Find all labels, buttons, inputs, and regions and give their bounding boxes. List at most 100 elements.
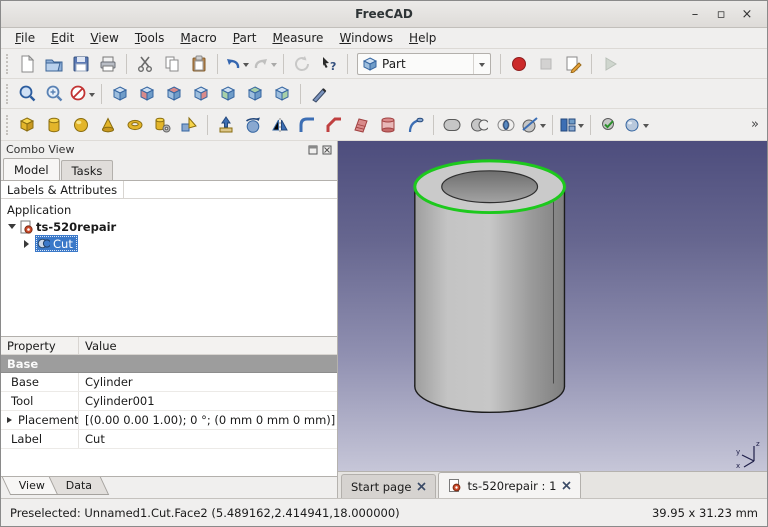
workbench-dropdown[interactable]: [473, 54, 485, 74]
cone-button[interactable]: [95, 112, 121, 138]
refine-shape-button[interactable]: [623, 112, 650, 138]
isometric-view-button[interactable]: [107, 81, 133, 107]
property-row-tool[interactable]: Tool Cylinder001: [1, 392, 337, 411]
primitives-button[interactable]: [149, 112, 175, 138]
cylinder-button[interactable]: [41, 112, 67, 138]
menu-view[interactable]: View: [82, 30, 126, 46]
whats-this-button[interactable]: ?: [316, 51, 342, 77]
cylinder-model[interactable]: [415, 161, 565, 412]
value-column-header[interactable]: Value: [79, 337, 337, 354]
close-panel-icon[interactable]: [322, 145, 332, 155]
bottom-view-button[interactable]: [242, 81, 268, 107]
toolbar-handle[interactable]: [6, 115, 10, 135]
minimize-button[interactable]: –: [685, 5, 705, 23]
sphere-button[interactable]: [68, 112, 94, 138]
redo-dropdown-arrow[interactable]: [271, 63, 277, 70]
torus-button[interactable]: [122, 112, 148, 138]
toolbar-handle[interactable]: [6, 84, 10, 104]
3d-scene[interactable]: [338, 141, 767, 471]
union-button[interactable]: [439, 112, 465, 138]
copy-button[interactable]: [159, 51, 185, 77]
property-column-header[interactable]: Property: [1, 337, 79, 354]
edit-macro-button[interactable]: [560, 51, 586, 77]
property-value[interactable]: [(0.00 0.00 1.00); 0 °; (0 mm 0 mm 0 mm)…: [79, 411, 337, 429]
refine-dropdown-arrow[interactable]: [643, 124, 649, 131]
float-panel-icon[interactable]: [308, 145, 318, 155]
placement-expander-icon[interactable]: [7, 417, 15, 423]
refresh-button[interactable]: [289, 51, 315, 77]
labels-attributes-header[interactable]: Labels & Attributes: [1, 181, 124, 198]
close-button[interactable]: ×: [737, 5, 757, 23]
sweep-button[interactable]: [402, 112, 428, 138]
toolbar-overflow-button[interactable]: »: [747, 117, 763, 132]
tree-item-cut[interactable]: Cut: [1, 235, 337, 252]
execute-macro-button[interactable]: [597, 51, 623, 77]
fillet-button[interactable]: [294, 112, 320, 138]
undo-button[interactable]: [223, 51, 250, 77]
stop-macro-button[interactable]: [533, 51, 559, 77]
property-value[interactable]: Cut: [79, 430, 337, 448]
record-macro-button[interactable]: [506, 51, 532, 77]
tree-item-document[interactable]: ts-520repair: [1, 218, 337, 235]
rear-view-button[interactable]: [215, 81, 241, 107]
property-row-base[interactable]: Base Cylinder: [1, 373, 337, 392]
menu-measure[interactable]: Measure: [264, 30, 331, 46]
cut-boolean-button[interactable]: [466, 112, 492, 138]
open-document-button[interactable]: [41, 51, 67, 77]
paste-button[interactable]: [186, 51, 212, 77]
property-value[interactable]: Cylinder001: [79, 392, 337, 410]
menu-help[interactable]: Help: [401, 30, 444, 46]
menu-windows[interactable]: Windows: [331, 30, 401, 46]
intersection-button[interactable]: [493, 112, 519, 138]
measure-distance-button[interactable]: [306, 81, 332, 107]
menu-file[interactable]: File: [7, 30, 43, 46]
close-tab-icon[interactable]: [562, 481, 571, 490]
undo-dropdown-arrow[interactable]: [243, 63, 249, 70]
cylinder-inner-hole[interactable]: [442, 171, 538, 203]
check-geometry-button[interactable]: [596, 112, 622, 138]
property-value[interactable]: Cylinder: [79, 373, 337, 391]
tab-data[interactable]: Data: [49, 477, 110, 495]
tab-tasks[interactable]: Tasks: [61, 160, 114, 180]
compound-dropdown-arrow[interactable]: [578, 124, 584, 131]
expand-arrow-icon[interactable]: [24, 240, 33, 248]
menu-edit[interactable]: Edit: [43, 30, 82, 46]
close-tab-icon[interactable]: [417, 482, 426, 491]
top-view-button[interactable]: [161, 81, 187, 107]
mirror-button[interactable]: [267, 112, 293, 138]
cylinder-body[interactable]: [415, 187, 565, 387]
right-view-button[interactable]: [188, 81, 214, 107]
property-row-placement[interactable]: Placement [(0.00 0.00 1.00); 0 °; (0 mm …: [1, 411, 337, 430]
compound-button[interactable]: [558, 112, 585, 138]
redo-button[interactable]: [251, 51, 278, 77]
menu-macro[interactable]: Macro: [172, 30, 224, 46]
print-button[interactable]: [95, 51, 121, 77]
save-button[interactable]: [68, 51, 94, 77]
maximize-button[interactable]: ▫: [711, 5, 731, 23]
chamfer-button[interactable]: [321, 112, 347, 138]
3d-viewport[interactable]: z y x: [338, 141, 767, 471]
tab-model[interactable]: Model: [3, 158, 60, 180]
new-document-button[interactable]: [14, 51, 40, 77]
draw-style-dropdown-arrow[interactable]: [89, 93, 95, 100]
fit-all-button[interactable]: [14, 81, 40, 107]
section-button[interactable]: [520, 112, 547, 138]
front-view-button[interactable]: [134, 81, 160, 107]
titlebar[interactable]: FreeCAD – ▫ ×: [1, 1, 767, 28]
tree-item-application[interactable]: Application: [1, 201, 337, 218]
section-dropdown-arrow[interactable]: [540, 124, 546, 131]
cut-button[interactable]: [132, 51, 158, 77]
menu-part[interactable]: Part: [225, 30, 265, 46]
selected-tree-item[interactable]: Cut: [35, 235, 78, 252]
collapse-arrow-icon[interactable]: [8, 224, 16, 233]
shape-builder-button[interactable]: [176, 112, 202, 138]
workbench-selector[interactable]: Part: [357, 53, 491, 75]
box-button[interactable]: [14, 112, 40, 138]
zoom-button[interactable]: [41, 81, 67, 107]
extrude-button[interactable]: [213, 112, 239, 138]
toolbar-handle[interactable]: [6, 54, 10, 74]
ruled-surface-button[interactable]: [348, 112, 374, 138]
left-view-button[interactable]: [269, 81, 295, 107]
property-row-label[interactable]: Label Cut: [1, 430, 337, 449]
tab-start-page[interactable]: Start page: [341, 474, 436, 498]
